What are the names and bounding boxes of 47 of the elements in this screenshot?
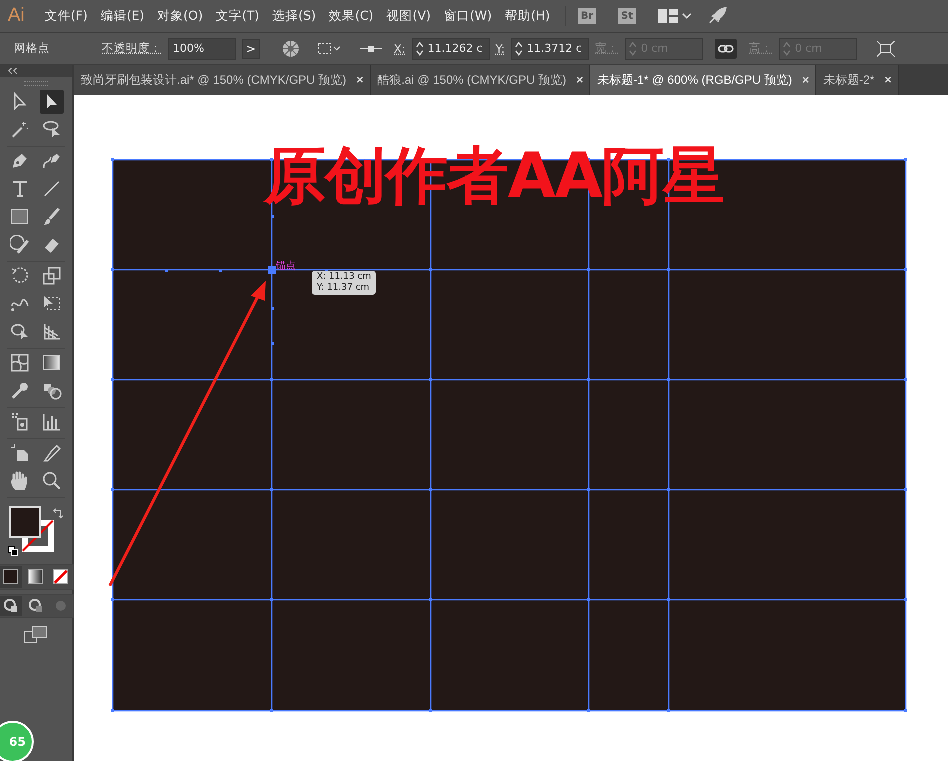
chevron-down-icon[interactable] [682, 12, 692, 20]
document-tab[interactable]: 致尚牙刷包装设计.ai* @ 150% (CMYK/GPU 预览) × [74, 65, 371, 95]
y-label: Y: [496, 42, 506, 56]
menu-item[interactable]: 选择(S) [272, 8, 316, 24]
app-logo: Ai [8, 5, 25, 27]
document-tab[interactable]: 酷狼.ai @ 150% (CMYK/GPU 预览) × [370, 65, 590, 95]
tab-close-button[interactable]: × [576, 73, 584, 87]
tab-close-button[interactable]: × [884, 73, 892, 87]
tab-close-button[interactable]: × [802, 73, 810, 87]
collapse-panel-icon[interactable] [8, 68, 18, 74]
opacity-field[interactable]: 100% [168, 38, 236, 60]
tooltip-text: Y: 11.37 cm [317, 283, 371, 294]
menu-item[interactable]: 对象(O) [158, 8, 204, 24]
default-colors-icon[interactable] [8, 546, 19, 557]
counter-badge: 65 [0, 721, 34, 761]
transform-icon[interactable] [877, 40, 896, 56]
link-chain-icon[interactable] [715, 38, 738, 58]
rocket-icon[interactable] [708, 7, 728, 25]
recolor-wheel-icon[interactable] [282, 40, 300, 58]
panel-grip[interactable] [24, 81, 48, 86]
workspace-layout-icon[interactable] [658, 9, 678, 23]
menu-item[interactable]: 帮助(H) [505, 8, 550, 24]
document-tab[interactable]: 未标题-2* × [816, 65, 899, 95]
opacity-label[interactable]: 不透明度： [102, 41, 162, 56]
anchor-point-icon[interactable] [360, 44, 382, 54]
draw-normal-icon[interactable] [0, 596, 22, 616]
menu-item[interactable]: 窗口(W) [444, 8, 492, 24]
swap-arrows-icon[interactable] [52, 508, 64, 520]
opacity-menu-button[interactable]: > [242, 38, 260, 58]
anchor-point-label: 锚点 [276, 260, 296, 273]
menu-item[interactable]: 效果(C) [329, 8, 374, 24]
x-field[interactable]: 11.1262 c [412, 38, 490, 60]
menu-item[interactable]: 文字(T) [216, 8, 260, 24]
selection-type-label: 网格点 [14, 41, 50, 56]
y-field[interactable]: 11.3712 c [511, 38, 590, 60]
menu-item[interactable]: 文件(F) [44, 8, 88, 24]
fill-stroke-swatches[interactable] [8, 506, 54, 552]
align-selection-icon[interactable] [318, 42, 342, 56]
document-tab[interactable]: 未标题-1* @ 600% (RGB/GPU 预览) × [590, 65, 816, 95]
menu-item[interactable]: 视图(V) [386, 8, 431, 24]
shaper-icon[interactable] [8, 233, 32, 257]
tooltip-text: X: 11.13 cm [317, 272, 372, 283]
x-label: X: [394, 42, 406, 56]
tab-close-button[interactable]: × [356, 73, 364, 87]
screen-mode-icon[interactable] [24, 626, 48, 644]
color-mode-icon[interactable] [0, 566, 22, 588]
menu-item[interactable]: 编辑(E) [100, 8, 145, 24]
